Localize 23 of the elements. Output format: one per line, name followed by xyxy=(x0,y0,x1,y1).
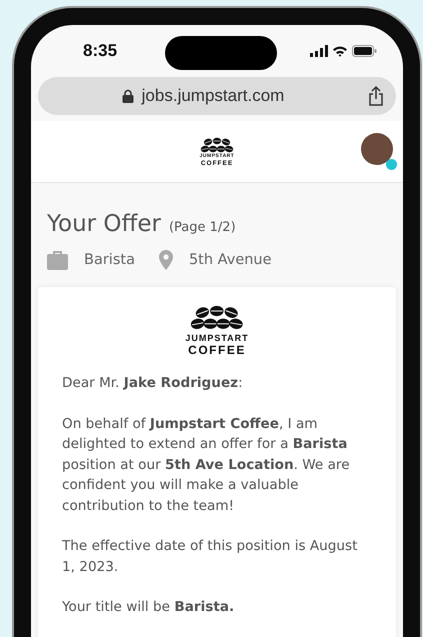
logo-text: JUMPSTART xyxy=(185,333,249,344)
letter-paragraph: Dear Mr. Jake Rodriguez: xyxy=(62,374,244,394)
share-icon[interactable] xyxy=(368,86,384,106)
briefcase-icon xyxy=(47,250,68,270)
coffee-beans-icon xyxy=(199,136,235,154)
online-status-dot xyxy=(386,159,397,170)
letter-paragraph: The effective date of this position is August 1, 2023. xyxy=(62,537,358,577)
signal-icon xyxy=(310,45,328,57)
address-bar[interactable]: jobs.jumpstart.com xyxy=(38,77,396,115)
page-number: (Page 1/2) xyxy=(168,219,236,237)
location-text: 5th Avenue xyxy=(188,250,272,270)
clock-time: 8:35 xyxy=(83,40,118,62)
job-title: Barista xyxy=(84,250,135,270)
battery-icon xyxy=(352,45,377,57)
letter-paragraph: Your title will be Barista. xyxy=(62,598,236,618)
map-pin-icon xyxy=(158,250,173,270)
letter-paragraph: On behalf of Jumpstart Coffee, I am delighted to extend an offer for a Barista position at our 5th Ave Location. We are confident you will make a valuable contribution to the team! xyxy=(62,414,351,516)
lock-icon xyxy=(122,89,134,103)
wifi-icon xyxy=(332,45,348,57)
logo-text: COFFEE xyxy=(188,344,246,358)
avatar[interactable] xyxy=(361,133,393,165)
url-text: jobs.jumpstart.com xyxy=(142,85,284,108)
page-title: Your Offer xyxy=(47,210,161,239)
